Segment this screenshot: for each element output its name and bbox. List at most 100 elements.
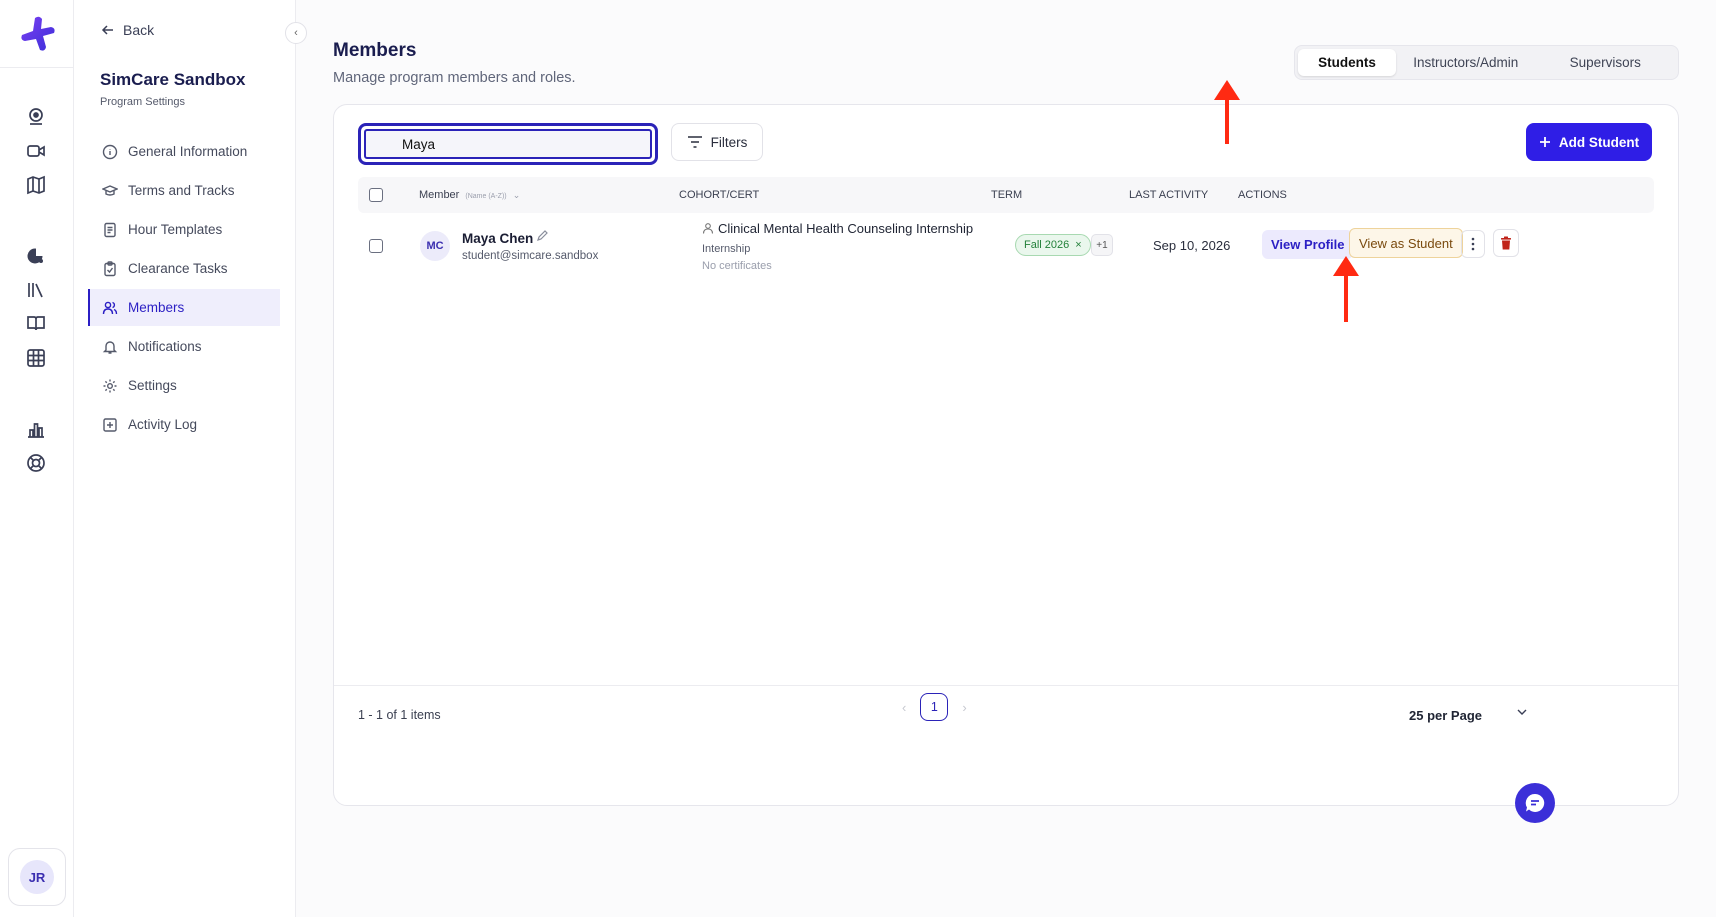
sidebar-item-label: Notifications bbox=[128, 339, 202, 354]
sidebar-item-label: Terms and Tracks bbox=[128, 183, 235, 198]
icon-rail: JR bbox=[0, 0, 74, 917]
cohort-type: Internship bbox=[702, 243, 751, 255]
last-activity: Sep 10, 2026 bbox=[1153, 238, 1231, 253]
sidebar-item-label: Activity Log bbox=[128, 417, 198, 432]
sidebar-item-label: Clearance Tasks bbox=[128, 261, 228, 276]
sidebar-item-notifications[interactable]: Notifications bbox=[88, 328, 280, 365]
select-all-checkbox[interactable] bbox=[369, 188, 383, 202]
open-book-icon[interactable] bbox=[23, 310, 49, 336]
kebab-menu-icon bbox=[1471, 237, 1475, 251]
member-email: student@simcare.sandbox bbox=[462, 250, 599, 262]
column-member[interactable]: Member (Name (A-Z)) ⌄ bbox=[419, 189, 520, 201]
tab-instructors-admin[interactable]: Instructors/Admin bbox=[1396, 49, 1536, 76]
add-student-label: Add Student bbox=[1558, 134, 1640, 150]
sidebar-item-label: Settings bbox=[128, 378, 177, 393]
more-terms-badge[interactable]: +1 bbox=[1091, 234, 1113, 256]
sidebar-item-members[interactable]: Members bbox=[88, 289, 280, 326]
add-student-button[interactable]: Add Student bbox=[1526, 123, 1652, 161]
chart-pie-icon[interactable] bbox=[23, 243, 49, 269]
annotation-arrow-icon bbox=[1333, 256, 1359, 322]
table-row: MC Maya Chen student@simcare.sandbox Cli… bbox=[358, 213, 1654, 283]
search-box bbox=[358, 123, 658, 165]
page-1-button[interactable]: 1 bbox=[920, 693, 949, 721]
map-icon[interactable] bbox=[23, 172, 49, 198]
back-label: Back bbox=[123, 22, 155, 38]
chevron-down-icon: ⌄ bbox=[512, 190, 521, 200]
users-icon bbox=[102, 301, 118, 314]
bar-chart-icon[interactable] bbox=[23, 416, 49, 442]
clipboard-check-icon bbox=[104, 260, 116, 276]
sidebar-item-hour-templates[interactable]: Hour Templates bbox=[88, 211, 280, 248]
annotation-arrow-icon bbox=[1214, 80, 1240, 144]
tab-supervisors[interactable]: Supervisors bbox=[1536, 49, 1676, 76]
info-circle-icon bbox=[102, 144, 118, 159]
lifebuoy-icon[interactable] bbox=[23, 450, 49, 476]
member-type-tabs: Students Instructors/Admin Supervisors bbox=[1294, 45, 1679, 80]
sidebar-item-label: Members bbox=[128, 300, 185, 315]
chat-support-button[interactable] bbox=[1515, 783, 1555, 823]
members-panel: Filters Add Student Member (Name (A-Z)) … bbox=[333, 104, 1679, 806]
per-page-select[interactable]: 25 per Page bbox=[1409, 708, 1482, 723]
sidebar-item-settings[interactable]: Settings bbox=[88, 367, 280, 404]
pagination: ‹ 1 › bbox=[902, 693, 967, 721]
org-name: SimCare Sandbox bbox=[100, 70, 246, 89]
sidebar-item-activity-log[interactable]: Activity Log bbox=[88, 406, 280, 443]
video-camera-icon[interactable] bbox=[23, 138, 49, 164]
search-input[interactable] bbox=[364, 129, 652, 159]
main-content: Members Manage program members and roles… bbox=[296, 0, 1716, 917]
items-count: 1 - 1 of 1 items bbox=[358, 708, 441, 722]
back-link[interactable]: Back bbox=[101, 22, 154, 38]
page-title: Members bbox=[333, 40, 417, 61]
remove-term-icon[interactable]: × bbox=[1075, 239, 1081, 251]
graduation-cap-icon bbox=[102, 184, 118, 196]
app-logo[interactable] bbox=[18, 14, 58, 54]
settings-sidebar: ‹ Back SimCare Sandbox Program Settings … bbox=[74, 0, 307, 917]
table-footer-divider bbox=[334, 685, 1678, 686]
chat-bubble-icon bbox=[1525, 793, 1545, 812]
document-icon bbox=[104, 222, 116, 237]
member-name: Maya Chen bbox=[462, 231, 534, 246]
settings-nav: General Information Terms and Tracks Hou… bbox=[88, 133, 280, 445]
rail-divider bbox=[0, 67, 74, 68]
grid-icon[interactable] bbox=[23, 345, 49, 371]
row-checkbox[interactable] bbox=[369, 239, 383, 253]
avatar: JR bbox=[20, 860, 54, 894]
trash-icon bbox=[1501, 236, 1511, 250]
gear-icon bbox=[103, 379, 117, 392]
filters-label: Filters bbox=[710, 134, 748, 150]
column-last-activity: LAST ACTIVITY bbox=[1129, 189, 1209, 201]
table-header: Member (Name (A-Z)) ⌄ COHORT/CERT TERM L… bbox=[358, 177, 1654, 213]
tab-students[interactable]: Students bbox=[1298, 49, 1396, 76]
sidebar-item-general-information[interactable]: General Information bbox=[88, 133, 280, 170]
sidebar-item-label: General Information bbox=[128, 144, 248, 159]
sidebar-item-label: Hour Templates bbox=[128, 222, 223, 237]
person-icon bbox=[702, 223, 714, 234]
chevron-down-icon[interactable] bbox=[1516, 705, 1528, 723]
sort-indicator: (Name (A-Z)) bbox=[465, 193, 507, 200]
plus-icon bbox=[1539, 137, 1550, 147]
library-icon[interactable] bbox=[23, 277, 49, 303]
plus-square-icon bbox=[103, 417, 117, 432]
filters-button[interactable]: Filters bbox=[671, 123, 763, 161]
page-subtitle: Manage program members and roles. bbox=[333, 70, 576, 86]
filter-icon bbox=[687, 136, 702, 148]
delete-button[interactable] bbox=[1493, 229, 1519, 257]
more-actions-button[interactable] bbox=[1461, 230, 1485, 258]
term-tag: Fall 2026 × bbox=[1015, 234, 1091, 256]
cohort-name: Clinical Mental Health Counseling Intern… bbox=[702, 221, 973, 236]
column-actions: ACTIONS bbox=[1238, 189, 1287, 201]
sidebar-item-clearance-tasks[interactable]: Clearance Tasks bbox=[88, 250, 280, 287]
cohort-certificates: No certificates bbox=[702, 260, 772, 272]
column-cohort: COHORT/CERT bbox=[679, 189, 760, 201]
org-subtitle: Program Settings bbox=[100, 96, 185, 108]
webcam-icon[interactable] bbox=[23, 104, 49, 130]
bell-icon bbox=[102, 340, 118, 354]
column-term: TERM bbox=[991, 189, 1023, 201]
next-page-icon[interactable]: › bbox=[962, 700, 966, 715]
edit-name-pencil-icon[interactable] bbox=[536, 229, 549, 245]
user-menu[interactable]: JR bbox=[8, 848, 66, 906]
member-avatar: MC bbox=[420, 231, 450, 261]
view-as-student-button[interactable]: View as Student bbox=[1349, 228, 1463, 258]
sidebar-item-terms-and-tracks[interactable]: Terms and Tracks bbox=[88, 172, 280, 209]
prev-page-icon[interactable]: ‹ bbox=[902, 700, 906, 715]
